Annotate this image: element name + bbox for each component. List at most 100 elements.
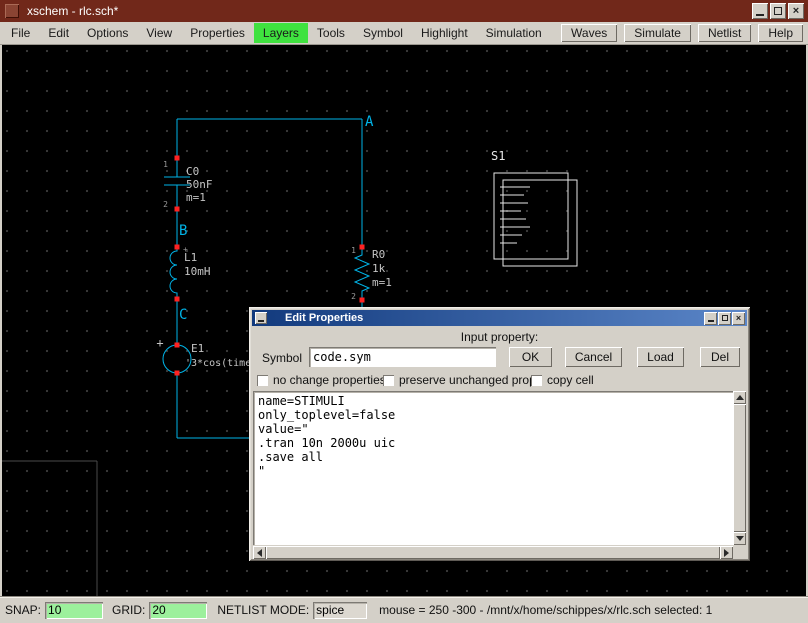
arrow-right-icon [724, 549, 729, 557]
checkbox-icon[interactable] [257, 375, 268, 386]
window-controls: × [752, 3, 804, 19]
menu-options[interactable]: Options [78, 23, 137, 43]
grid-label: GRID: [112, 603, 145, 617]
pin-number: 2 [163, 200, 168, 209]
netlist-mode-input[interactable]: spice [313, 602, 367, 619]
xschem-window: xschem - rlc.sch* × File Edit Options Vi… [0, 0, 808, 623]
properties-textarea[interactable]: name=STIMULI only_toplevel=false value="… [253, 391, 733, 545]
vertical-scrollbar[interactable] [733, 391, 746, 545]
menu-simulation[interactable]: Simulation [477, 23, 551, 43]
code-block-ref: S1 [491, 149, 505, 163]
window-minimize-button[interactable] [752, 3, 768, 19]
menu-view[interactable]: View [137, 23, 181, 43]
minimize-icon [708, 320, 714, 322]
dialog-close-button[interactable]: × [732, 312, 745, 325]
schematic-canvas[interactable]: 1 2 C0 50nF m=1 + L1 10mH + E1 '3*cos(ti… [2, 45, 806, 596]
checkbox-no-change-properties[interactable]: no change properties [257, 373, 386, 387]
scroll-down-button[interactable] [733, 532, 746, 545]
menu-highlight[interactable]: Highlight [412, 23, 477, 43]
menu-layers[interactable]: Layers [254, 23, 308, 43]
dialog-title: Edit Properties [285, 312, 363, 324]
net-label-b[interactable]: B [179, 223, 187, 239]
checkbox-icon[interactable] [531, 375, 542, 386]
resistor-ref: R0 [372, 248, 385, 261]
help-button[interactable]: Help [758, 24, 803, 42]
net-label-c[interactable]: C [179, 307, 187, 323]
capacitor-ref: C0 [186, 165, 199, 178]
menu-tools[interactable]: Tools [308, 23, 354, 43]
arrow-down-icon [736, 536, 744, 541]
dialog-minimize-button[interactable] [704, 312, 717, 325]
window-menu-icon[interactable] [5, 4, 19, 18]
minimize-icon [756, 14, 764, 16]
checkbox-label: no change properties [273, 373, 386, 387]
capacitor-c0[interactable]: 1 2 C0 50nF m=1 [163, 158, 212, 209]
statusbar: SNAP: 10 GRID: 20 NETLIST MODE: spice mo… [0, 596, 808, 623]
window-close-button[interactable]: × [788, 3, 804, 19]
horizontal-scrollbar[interactable] [253, 546, 733, 559]
symbol-input[interactable]: code.sym [309, 347, 496, 367]
netlist-mode-label: NETLIST MODE: [217, 603, 309, 617]
code-block-s1[interactable]: S1 [491, 149, 577, 266]
dash-icon [258, 320, 264, 322]
menu-edit[interactable]: Edit [39, 23, 78, 43]
window-titlebar[interactable]: xschem - rlc.sch* × [0, 0, 808, 22]
net-label-a[interactable]: A [365, 114, 374, 130]
dialog-controls: × [704, 312, 745, 325]
del-button[interactable]: Del [700, 347, 740, 367]
dialog-titlebar[interactable]: Edit Properties × [252, 310, 747, 326]
inductor-l1[interactable]: + L1 10mH [170, 245, 211, 299]
symbol-label: Symbol [262, 351, 302, 365]
scroll-right-button[interactable] [720, 546, 733, 559]
code-paper [494, 173, 568, 259]
load-button[interactable]: Load [637, 347, 684, 367]
source-ref: E1 [191, 342, 204, 355]
menu-symbol[interactable]: Symbol [354, 23, 412, 43]
vertical-scroll-thumb[interactable] [733, 404, 746, 532]
scroll-left-button[interactable] [253, 546, 266, 559]
pin-number: 1 [351, 246, 356, 255]
netlist-button[interactable]: Netlist [698, 24, 751, 42]
resistor-r0[interactable]: 1 2 R0 1k m=1 [351, 246, 392, 301]
input-property-label: Input property: [249, 330, 750, 344]
ok-button[interactable]: OK [509, 347, 552, 367]
simulate-button[interactable]: Simulate [624, 24, 691, 42]
dialog-menu-icon[interactable] [255, 312, 267, 324]
checkbox-copy-cell[interactable]: copy cell [531, 373, 594, 387]
mouse-status-text: mouse = 250 -300 - /mnt/x/home/schippes/… [379, 603, 712, 617]
checkbox-preserve-unchanged-props[interactable]: preserve unchanged props [383, 373, 542, 387]
window-title: xschem - rlc.sch* [27, 4, 118, 18]
grid-input[interactable]: 20 [149, 602, 207, 619]
maximize-icon [722, 315, 728, 321]
source-polarity: + [156, 336, 163, 350]
close-icon: × [736, 314, 741, 323]
menu-properties[interactable]: Properties [181, 23, 254, 43]
capacitor-value: 50nF [186, 178, 213, 191]
waves-button[interactable]: Waves [561, 24, 617, 42]
menubar: File Edit Options View Properties Layers… [0, 22, 808, 45]
pin-number: 2 [351, 292, 356, 301]
dialog-maximize-button[interactable] [718, 312, 731, 325]
snap-input[interactable]: 10 [45, 602, 103, 619]
resistor-value: 1k [372, 262, 386, 275]
scroll-up-button[interactable] [733, 391, 746, 404]
cancel-button[interactable]: Cancel [565, 347, 622, 367]
window-maximize-button[interactable] [770, 3, 786, 19]
pin-number: 1 [163, 160, 168, 169]
inductor-ref: L1 [184, 251, 197, 264]
close-icon: × [793, 6, 799, 17]
properties-text: name=STIMULI only_toplevel=false value="… [258, 394, 728, 478]
checkbox-label: preserve unchanged props [399, 373, 542, 387]
snap-label: SNAP: [5, 603, 41, 617]
maximize-icon [774, 7, 782, 15]
horizontal-scroll-thumb[interactable] [266, 546, 720, 559]
code-paper-shadow [503, 180, 577, 266]
resistor-mult: m=1 [372, 276, 392, 289]
capacitor-mult: m=1 [186, 191, 206, 204]
checkbox-icon[interactable] [383, 375, 394, 386]
menu-file[interactable]: File [2, 23, 39, 43]
inductor-value: 10mH [184, 265, 211, 278]
checkbox-label: copy cell [547, 373, 594, 387]
arrow-up-icon [736, 395, 744, 400]
menubar-right-group: Waves Simulate Netlist Help [561, 24, 803, 42]
